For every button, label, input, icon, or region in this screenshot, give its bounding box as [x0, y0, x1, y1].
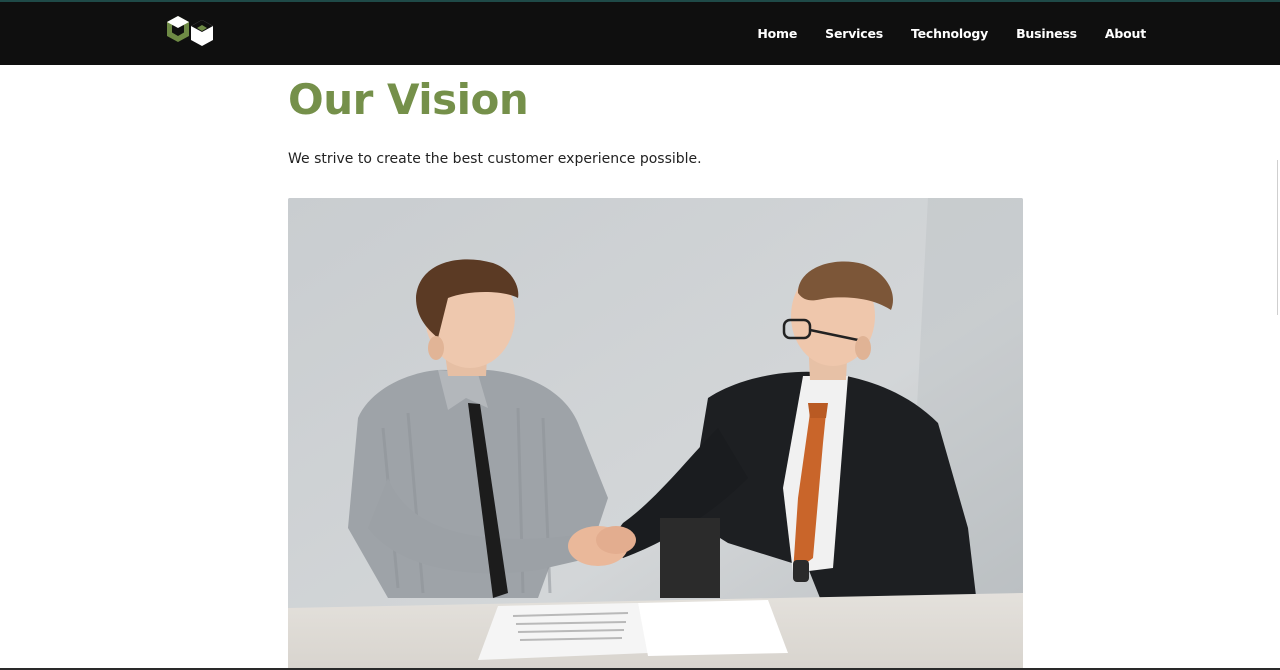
intro-text: We strive to create the best customer ex…	[288, 151, 702, 167]
nav-services-link[interactable]: Services	[825, 26, 883, 41]
handshake-photo	[288, 198, 1023, 670]
nav-technology-link[interactable]: Technology	[911, 26, 988, 41]
scrollbar-track[interactable]	[1277, 160, 1278, 315]
nav-about-link[interactable]: About	[1105, 26, 1146, 41]
nav-business-link[interactable]: Business	[1016, 26, 1077, 41]
top-navbar: Home Services Technology Business About	[0, 0, 1280, 65]
handshake-illustration	[288, 198, 1023, 670]
logo-icon	[167, 16, 213, 46]
company-logo[interactable]	[166, 14, 214, 48]
nav-home-link[interactable]: Home	[757, 26, 797, 41]
main-nav: Home Services Technology Business About	[757, 2, 1146, 65]
page-title: Our Vision	[288, 75, 529, 124]
